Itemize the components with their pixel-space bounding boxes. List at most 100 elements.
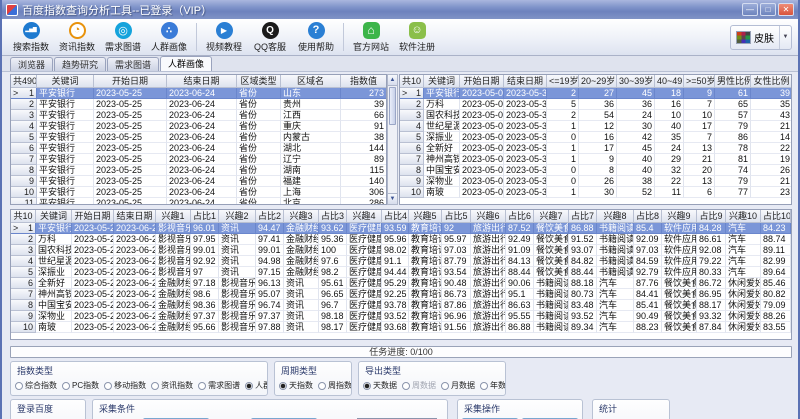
- column-header[interactable]: 兴趣9: [662, 210, 697, 223]
- column-header[interactable]: 占比10: [761, 210, 791, 223]
- column-header[interactable]: 占比7: [569, 210, 597, 223]
- table-row[interactable]: 3国农科技2023-05-012023-05-312542410105743: [400, 110, 791, 121]
- table-row[interactable]: 4世纪星源2023-05-252023-06-24影视音乐92.92资讯94.9…: [11, 256, 791, 267]
- toolbar-button-video-tutorial[interactable]: ▶ 视频教程: [201, 20, 247, 54]
- radio-月数据[interactable]: 月数据: [441, 380, 475, 391]
- tab-浏览器[interactable]: 浏览器: [10, 57, 54, 71]
- column-header[interactable]: <=19岁: [547, 75, 579, 88]
- table-row[interactable]: 4世纪星源2023-05-012023-05-311123040177921: [400, 121, 791, 132]
- table-row[interactable]: 4 平安银行 2023-05-25 2023-06-24 省份 重庆 91: [11, 121, 386, 132]
- column-header[interactable]: 兴趣3: [284, 210, 319, 223]
- table-row[interactable]: 8 平安银行 2023-05-25 2023-06-24 省份 湖南 115: [11, 165, 386, 176]
- toolbar-button-audience-profile[interactable]: ∴ 人群画像: [146, 20, 192, 54]
- scrollbar-thumb[interactable]: [389, 87, 396, 125]
- table-row[interactable]: 8中国宝安2023-05-252023-06-24金融财经98.36影视音乐96…: [11, 300, 791, 311]
- column-header[interactable]: 占比3: [319, 210, 347, 223]
- table-row[interactable]: 3 平安银行 2023-05-25 2023-06-24 省份 江西 66: [11, 110, 386, 121]
- column-header[interactable]: 占比9: [697, 210, 726, 223]
- table-row[interactable]: 9深物业2023-05-012023-05-310263822137921: [400, 176, 791, 187]
- column-header[interactable]: 占比2: [256, 210, 284, 223]
- radio-周指数[interactable]: 周指数: [318, 380, 351, 391]
- table-row[interactable]: 6全新好2023-05-252023-06-24金融财经97.18影视音乐96.…: [11, 278, 791, 289]
- column-header[interactable]: 30~39岁: [617, 75, 655, 88]
- column-header[interactable]: 兴趣10: [726, 210, 761, 223]
- toolbar-button-qq-service[interactable]: Q QQ客服: [247, 20, 293, 54]
- toolbar-button-news-index[interactable]: ◔ 资讯指数: [54, 20, 100, 54]
- radio-需求图谱[interactable]: 需求图谱: [198, 380, 240, 391]
- toolbar-button-official-site[interactable]: ⌂ 官方网站: [348, 20, 394, 54]
- column-header[interactable]: 兴趣6: [471, 210, 506, 223]
- tab-趋势研究[interactable]: 趋势研究: [54, 57, 107, 71]
- radio-综合指数[interactable]: 综合指数: [15, 380, 57, 391]
- radio-天数据[interactable]: 天数据: [363, 380, 397, 391]
- column-header[interactable]: 结束日期: [114, 210, 156, 223]
- table-row[interactable]: 5 平安银行 2023-05-25 2023-06-24 省份 内蒙古 38: [11, 132, 386, 143]
- column-header[interactable]: 占比4: [382, 210, 409, 223]
- column-header[interactable]: 区域名: [281, 75, 341, 88]
- skin-button[interactable]: 皮肤 ▼: [730, 24, 792, 50]
- table-row[interactable]: 2万科2023-05-252023-06-24影视音乐97.95资讯97.41金…: [11, 234, 791, 245]
- column-header[interactable]: 关键词: [37, 75, 94, 88]
- column-header[interactable]: 占比5: [442, 210, 471, 223]
- table-row[interactable]: 3国农科技2023-05-252023-06-24影视音乐99.01资讯99.0…: [11, 245, 791, 256]
- column-header[interactable]: 占比1: [191, 210, 219, 223]
- toolbar-button-help[interactable]: ? 使用帮助: [293, 20, 339, 54]
- column-header[interactable]: 区域类型: [237, 75, 281, 88]
- column-header[interactable]: 兴趣4: [347, 210, 382, 223]
- scroll-up-icon[interactable]: ▲: [388, 75, 397, 86]
- tab-人群画像[interactable]: 人群画像: [160, 56, 213, 71]
- table-row[interactable]: 8中国宝安2023-05-012023-05-31084032207426: [400, 165, 791, 176]
- column-header[interactable]: 女性比例: [751, 75, 791, 88]
- tab-需求图谱[interactable]: 需求图谱: [107, 57, 160, 71]
- table-row[interactable]: 6 平安银行 2023-05-25 2023-06-24 省份 湖北 144: [11, 143, 386, 154]
- table-row[interactable]: 7神州高铁2023-05-012023-05-31194029218119: [400, 154, 791, 165]
- table-row[interactable]: 9深物业2023-05-252023-06-24金融财经97.37影视音乐97.…: [11, 311, 791, 322]
- radio-人群画像[interactable]: 人群画像: [245, 380, 267, 391]
- toolbar-button-register[interactable]: ☺ 软件注册: [394, 20, 440, 54]
- minimize-icon[interactable]: —: [742, 3, 758, 16]
- radio-天指数[interactable]: 天指数: [279, 380, 313, 391]
- column-header[interactable]: 20~29岁: [579, 75, 617, 88]
- column-header[interactable]: 男性比例: [715, 75, 751, 88]
- column-header[interactable]: 兴趣7: [534, 210, 569, 223]
- column-header[interactable]: 兴趣5: [409, 210, 442, 223]
- table-row[interactable]: 10 平安银行 2023-05-25 2023-06-24 省份 上海 306: [11, 187, 386, 198]
- maximize-icon[interactable]: □: [760, 3, 776, 16]
- toolbar-button-search-index[interactable]: ▂▅▇ 搜索指数: [8, 20, 54, 54]
- region-table-scrollbar[interactable]: ▲ ▼: [387, 74, 398, 205]
- chevron-down-icon[interactable]: ▼: [779, 25, 791, 49]
- table-row[interactable]: 7 平安银行 2023-05-25 2023-06-24 省份 辽宁 89: [11, 154, 386, 165]
- table-row[interactable]: >1平安银行2023-05-252023-06-24影视音乐96.01资讯94.…: [11, 223, 791, 234]
- column-header[interactable]: >=50岁: [684, 75, 715, 88]
- column-header[interactable]: 结束日期: [504, 75, 547, 88]
- column-header[interactable]: 开始日期: [72, 210, 114, 223]
- radio-移动指数[interactable]: 移动指数: [104, 380, 146, 391]
- column-header[interactable]: 指数值: [341, 75, 386, 88]
- column-header[interactable]: 兴趣2: [219, 210, 256, 223]
- column-header[interactable]: 开始日期: [94, 75, 167, 88]
- table-row[interactable]: 5深振业2023-05-012023-05-31016423578614: [400, 132, 791, 143]
- table-row[interactable]: 9 平安银行 2023-05-25 2023-06-24 省份 福建 140: [11, 176, 386, 187]
- column-header[interactable]: 关键词: [36, 210, 72, 223]
- radio-资讯指数[interactable]: 资讯指数: [151, 380, 193, 391]
- column-header[interactable]: 关键词: [424, 75, 460, 88]
- table-row[interactable]: >1平安银行2023-05-012023-05-31227451896139: [400, 88, 791, 99]
- column-header[interactable]: 兴趣8: [597, 210, 634, 223]
- table-row[interactable]: 6全新好2023-05-012023-05-311174524137822: [400, 143, 791, 154]
- column-header[interactable]: 占比8: [634, 210, 662, 223]
- close-icon[interactable]: ✕: [778, 3, 794, 16]
- column-header[interactable]: 结束日期: [167, 75, 237, 88]
- column-header[interactable]: 40~49岁: [655, 75, 684, 88]
- toolbar-button-demand-map[interactable]: ◎ 需求图谱: [100, 20, 146, 54]
- column-header[interactable]: 开始日期: [460, 75, 504, 88]
- scroll-down-icon[interactable]: ▼: [388, 193, 397, 204]
- skin-button-body[interactable]: 皮肤: [731, 30, 779, 45]
- table-row[interactable]: 10南玻2023-05-012023-05-31130521167723: [400, 187, 791, 198]
- column-header[interactable]: 占比6: [506, 210, 534, 223]
- table-row[interactable]: 10南玻2023-05-252023-06-24金融财经95.66影视音乐97.…: [11, 322, 791, 333]
- column-header[interactable]: 兴趣1: [156, 210, 191, 223]
- table-row[interactable]: 11 平安银行 2023-05-25 2023-06-24 省份 北京 286: [11, 198, 386, 204]
- radio-PC指数[interactable]: PC指数: [62, 380, 99, 391]
- table-row[interactable]: 2 平安银行 2023-05-25 2023-06-24 省份 贵州 39: [11, 99, 386, 110]
- radio-年数据[interactable]: 年数据: [480, 380, 505, 391]
